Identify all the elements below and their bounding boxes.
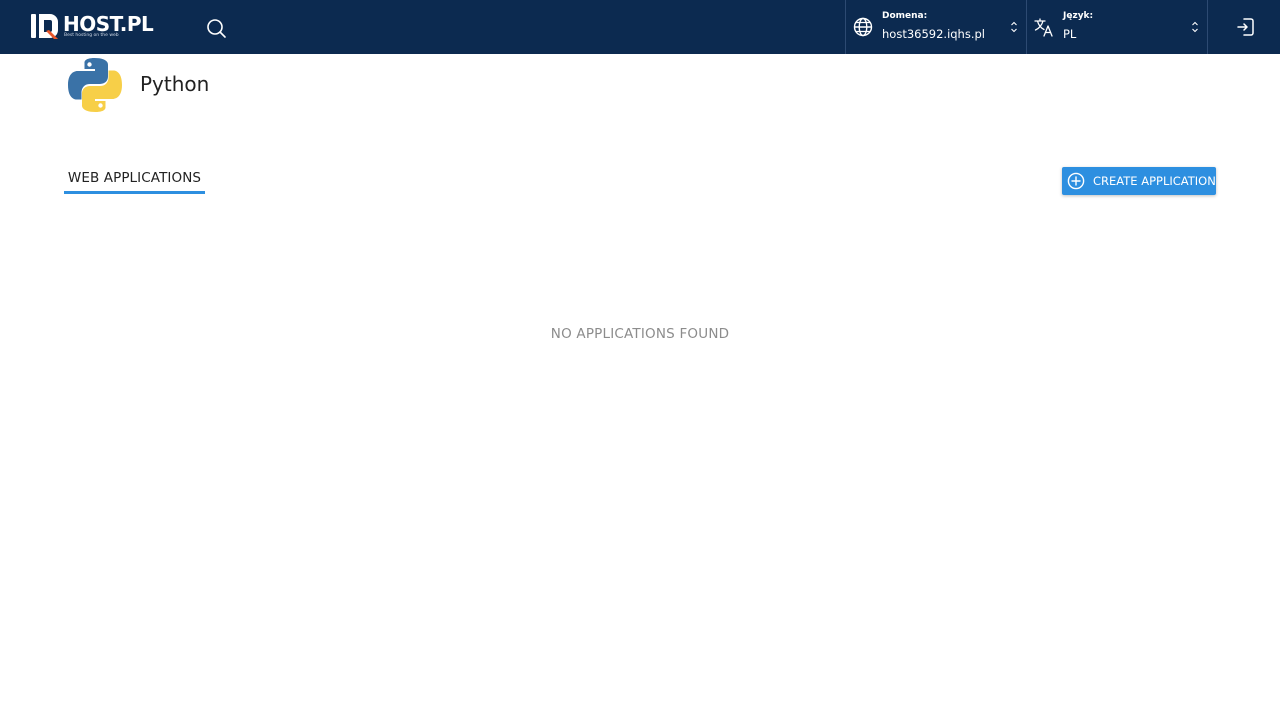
language-value: PL bbox=[1063, 27, 1077, 41]
logo-mark-icon bbox=[31, 14, 58, 39]
plus-circle-icon bbox=[1067, 172, 1085, 190]
tab-web-applications[interactable]: WEB APPLICATIONS bbox=[64, 168, 205, 194]
domain-value: host36592.iqhs.pl bbox=[882, 27, 985, 41]
chevron-up-down-icon bbox=[1192, 21, 1198, 33]
logout-button[interactable] bbox=[1235, 16, 1257, 38]
page-title: Python bbox=[140, 72, 210, 96]
language-label: Język: bbox=[1063, 11, 1094, 21]
top-navigation-bar: HOST.PL Best hosting on the web Domena: … bbox=[0, 0, 1280, 54]
create-application-label: CREATE APPLICATION bbox=[1093, 174, 1216, 188]
logout-area bbox=[1207, 0, 1280, 54]
search-button[interactable] bbox=[203, 15, 229, 41]
empty-state-message: NO APPLICATIONS FOUND bbox=[550, 326, 730, 342]
globe-icon bbox=[853, 17, 873, 37]
python-logo bbox=[68, 58, 122, 112]
domain-selector[interactable]: Domena: host36592.iqhs.pl bbox=[845, 0, 1026, 54]
domain-label: Domena: bbox=[882, 11, 928, 21]
search-icon bbox=[207, 19, 226, 38]
logout-icon bbox=[1237, 18, 1254, 36]
create-application-button[interactable]: CREATE APPLICATION bbox=[1062, 167, 1216, 195]
host-pl-logo[interactable]: HOST.PL Best hosting on the web bbox=[30, 11, 155, 41]
logo-tagline: Best hosting on the web bbox=[64, 33, 119, 38]
language-selector[interactable]: Język: PL bbox=[1026, 0, 1207, 54]
translate-icon bbox=[1034, 18, 1053, 37]
chevron-up-down-icon bbox=[1011, 21, 1017, 33]
tab-label: WEB APPLICATIONS bbox=[67, 170, 202, 186]
